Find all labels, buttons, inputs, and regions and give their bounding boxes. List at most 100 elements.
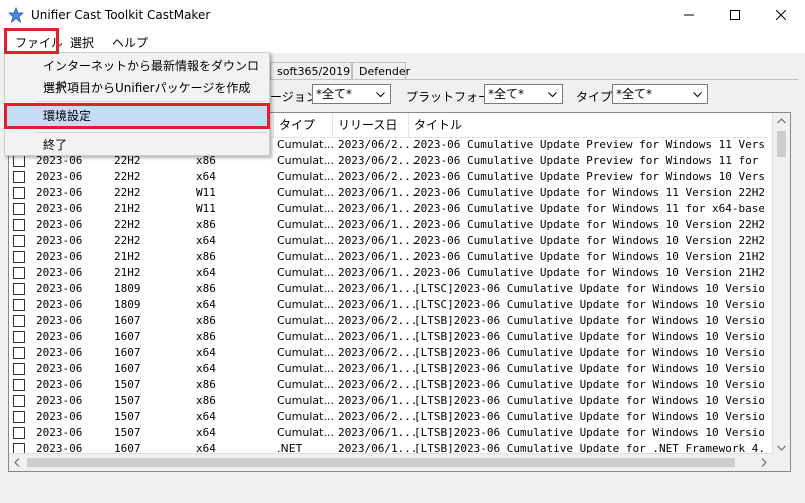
row-checkbox[interactable] [13,171,25,183]
row-checkbox[interactable] [13,251,25,263]
cell-release-date: 2023/06/1... [338,362,418,375]
vertical-scrollbar[interactable] [772,113,790,456]
row-checkbox[interactable] [13,267,25,279]
row-checkbox[interactable] [13,187,25,199]
table-row[interactable]: 2023-06 22H2 W11 Cumulat... 2023/06/1... 2023… [9,185,769,201]
cell-title: [LTSB]2023-06 Cumulative Update for Wind… [414,378,764,391]
cell-title: 2023-06 Cumulative Update Preview for Wi… [414,138,764,151]
cell-release-date: 2023/06/2... [338,346,418,359]
menu-separator [35,101,267,102]
header-title[interactable]: タイトル [409,113,769,137]
cell-type: Cumulat... [277,330,334,343]
header-type[interactable]: タイプ [274,113,333,137]
chevron-down-icon [548,92,557,98]
scroll-right-icon[interactable] [761,458,767,467]
row-checkbox[interactable] [13,427,25,439]
table-row[interactable]: 2023-06 1809 x64 Cumulat... 2023/06/1... [LTS… [9,297,769,313]
cell-platform: x64 [196,426,216,439]
title-bar: Unifier Cast Toolkit CastMaker [0,0,805,31]
scroll-left-icon[interactable] [14,458,20,467]
row-checkbox[interactable] [13,379,25,391]
file-menu-highlight [4,28,59,54]
table-row[interactable]: 2023-06 22H2 x86 Cumulat... 2023/06/1... 2023… [9,217,769,233]
scroll-corner [773,454,790,471]
header-release-date[interactable]: リリース日 [333,113,409,137]
horizontal-scrollbar[interactable] [9,453,774,471]
maximize-button[interactable] [712,0,758,31]
cell-kb-month: 2023-06 [36,346,83,359]
table-row[interactable]: 2023-06 1507 x86 Cumulat... 2023/06/1... [LTS… [9,393,769,409]
cell-release-date: 2023/06/1... [338,250,418,263]
cell-type: Cumulat... [277,394,334,407]
type-combo[interactable]: *全て* [612,84,708,104]
table-row[interactable]: 2023-06 21H2 x64 Cumulat... 2023/06/1... 2023… [9,265,769,281]
row-checkbox[interactable] [13,299,25,311]
table-row[interactable]: 2023-06 22H2 x64 Cumulat... 2023/06/1... 2023… [9,233,769,249]
cell-type: Cumulat... [277,266,334,279]
menu-item-create-package[interactable]: 選択項目からUnifierパッケージを作成 [5,78,269,98]
row-checkbox[interactable] [13,331,25,343]
cell-version: 1507 [114,426,141,439]
menu-help[interactable]: ヘルプ [112,34,148,51]
row-checkbox[interactable] [13,363,25,375]
menu-item-exit[interactable]: 終了 [5,135,269,155]
table-row[interactable]: 2023-06 22H2 x64 Cumulat... 2023/06/2... 2023… [9,169,769,185]
row-checkbox[interactable] [13,395,25,407]
cell-version: 21H2 [114,250,141,263]
cell-kb-month: 2023-06 [36,378,83,391]
minimize-button[interactable] [666,0,712,31]
cell-type: Cumulat... [277,218,334,231]
table-row[interactable]: 2023-06 1507 x86 Cumulat... 2023/06/2... [LTS… [9,377,769,393]
cell-title: 2023-06 Cumulative Update for Windows 11… [414,186,764,199]
row-checkbox[interactable] [13,235,25,247]
cell-type: Cumulat... [277,154,334,167]
menu-item-download[interactable]: インターネットから最新情報をダウンロード [5,56,269,93]
cell-type: Cumulat... [277,234,334,247]
row-checkbox[interactable] [13,315,25,327]
cell-platform: x64 [196,266,216,279]
version-combo[interactable]: *全て* [312,84,391,104]
cell-title: 2023-06 Cumulative Update for Windows 10… [414,250,764,263]
horizontal-scroll-thumb[interactable] [27,458,735,467]
cell-kb-month: 2023-06 [36,298,83,311]
row-checkbox[interactable] [13,411,25,423]
table-row[interactable]: 2023-06 1507 x64 Cumulat... 2023/06/2... [LTS… [9,409,769,425]
cell-version: 1607 [114,346,141,359]
row-checkbox[interactable] [13,283,25,295]
row-checkbox[interactable] [13,219,25,231]
cell-version: 22H2 [114,218,141,231]
cell-release-date: 2023/06/1... [338,218,418,231]
table-row[interactable]: 2023-06 21H2 x86 Cumulat... 2023/06/1... 2023… [9,249,769,265]
vertical-scroll-thumb[interactable] [777,131,786,157]
minimize-icon [684,14,694,16]
table-row[interactable]: 2023-06 1607 x86 Cumulat... 2023/06/2... [LTS… [9,313,769,329]
menu-select[interactable]: 選択 [70,34,94,51]
table-row[interactable]: 2023-06 1607 x64 Cumulat... 2023/06/1... [LTS… [9,361,769,377]
platform-combo[interactable]: *全て* [484,84,563,104]
scroll-down-icon[interactable] [777,445,786,451]
table-row[interactable]: 2023-06 21H2 W11 Cumulat... 2023/06/1... 2023… [9,201,769,217]
settings-highlight [4,103,270,129]
scroll-up-icon[interactable] [777,118,786,124]
row-checkbox[interactable] [13,347,25,359]
table-row[interactable]: 2023-06 1809 x86 Cumulat... 2023/06/1... [LTS… [9,281,769,297]
cell-version: 1809 [114,298,141,311]
maximize-icon [730,10,740,20]
cell-release-date: 2023/06/1... [338,234,418,247]
tab-defender[interactable]: Defender [352,62,410,80]
table-row[interactable]: 2023-06 1607 x86 Cumulat... 2023/06/1... [LTS… [9,329,769,345]
row-checkbox[interactable] [13,203,25,215]
table-row[interactable]: 2023-06 1507 x64 Cumulat... 2023/06/1... [LTS… [9,425,769,441]
tab-microsoft365[interactable]: soft365/2019 [270,62,352,80]
cell-title: [LTSC]2023-06 Cumulative Update for Wind… [414,282,764,295]
cell-platform: x86 [196,330,216,343]
close-button[interactable] [758,0,804,31]
cell-title: 2023-06 Cumulative Update for Windows 10… [414,266,764,279]
cell-release-date: 2023/06/2... [338,410,418,423]
table-row[interactable]: 2023-06 1607 x64 Cumulat... 2023/06/2... [LTS… [9,345,769,361]
cell-platform: x64 [196,362,216,375]
row-checkbox[interactable] [13,155,25,167]
cell-title: [LTSC]2023-06 Cumulative Update for Wind… [414,298,764,311]
cell-kb-month: 2023-06 [36,330,83,343]
cell-version: 1507 [114,394,141,407]
